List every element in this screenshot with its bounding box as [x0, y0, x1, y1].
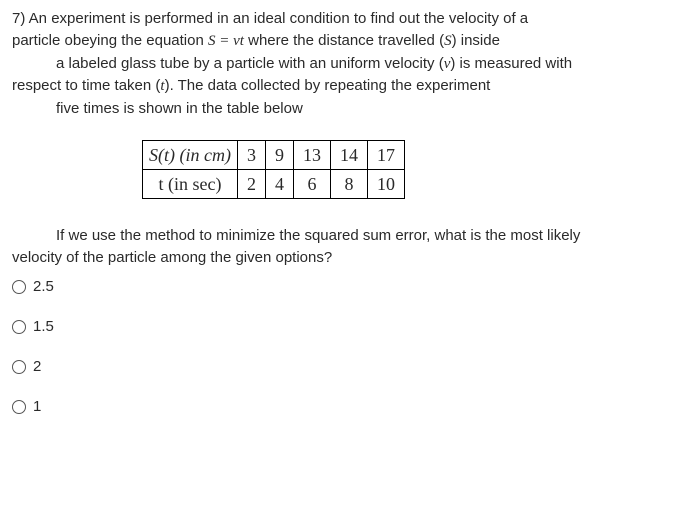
option-d[interactable]: 1	[12, 396, 684, 418]
cell: 3	[237, 140, 265, 169]
cell: 13	[293, 140, 330, 169]
option-b[interactable]: 1.5	[12, 316, 684, 338]
cell: 2	[237, 169, 265, 198]
option-label: 2.5	[33, 276, 54, 298]
option-c[interactable]: 2	[12, 356, 684, 378]
followup-line-1: If we use the method to minimize the squ…	[12, 225, 684, 247]
cell: 10	[367, 169, 404, 198]
cell: 6	[293, 169, 330, 198]
q-line-2: particle obeying the equation S = vt whe…	[12, 30, 684, 53]
table-row: t (in sec) 2 4 6 8 10	[143, 169, 405, 198]
q-line-5: five times is shown in the table below	[12, 98, 684, 120]
option-label: 1.5	[33, 316, 54, 338]
cell: 8	[330, 169, 367, 198]
equation: S = vt	[208, 33, 244, 49]
cell: 4	[265, 169, 293, 198]
options-group: 2.5 1.5 2 1	[12, 276, 684, 417]
option-label: 1	[33, 396, 41, 418]
q-line-1: 7) An experiment is performed in an idea…	[12, 8, 684, 30]
q-line-3: a labeled glass tube by a particle with …	[12, 53, 684, 76]
followup-text: If we use the method to minimize the squ…	[12, 225, 684, 269]
table-row: S(t) (in cm) 3 9 13 14 17	[143, 140, 405, 169]
radio-icon[interactable]	[12, 280, 26, 294]
cell: 14	[330, 140, 367, 169]
cell: 9	[265, 140, 293, 169]
followup-line-2: velocity of the particle among the given…	[12, 247, 684, 269]
radio-icon[interactable]	[12, 400, 26, 414]
cell: 17	[367, 140, 404, 169]
option-label: 2	[33, 356, 41, 378]
question-prompt: 7) An experiment is performed in an idea…	[12, 8, 684, 120]
radio-icon[interactable]	[12, 320, 26, 334]
row1-header: S(t) (in cm)	[149, 145, 231, 165]
radio-icon[interactable]	[12, 360, 26, 374]
data-table: S(t) (in cm) 3 9 13 14 17 t (in sec) 2 4…	[142, 140, 405, 199]
option-a[interactable]: 2.5	[12, 276, 684, 298]
row2-header: t (in sec)	[158, 174, 221, 194]
q-line-4: respect to time taken (t). The data coll…	[12, 75, 684, 98]
